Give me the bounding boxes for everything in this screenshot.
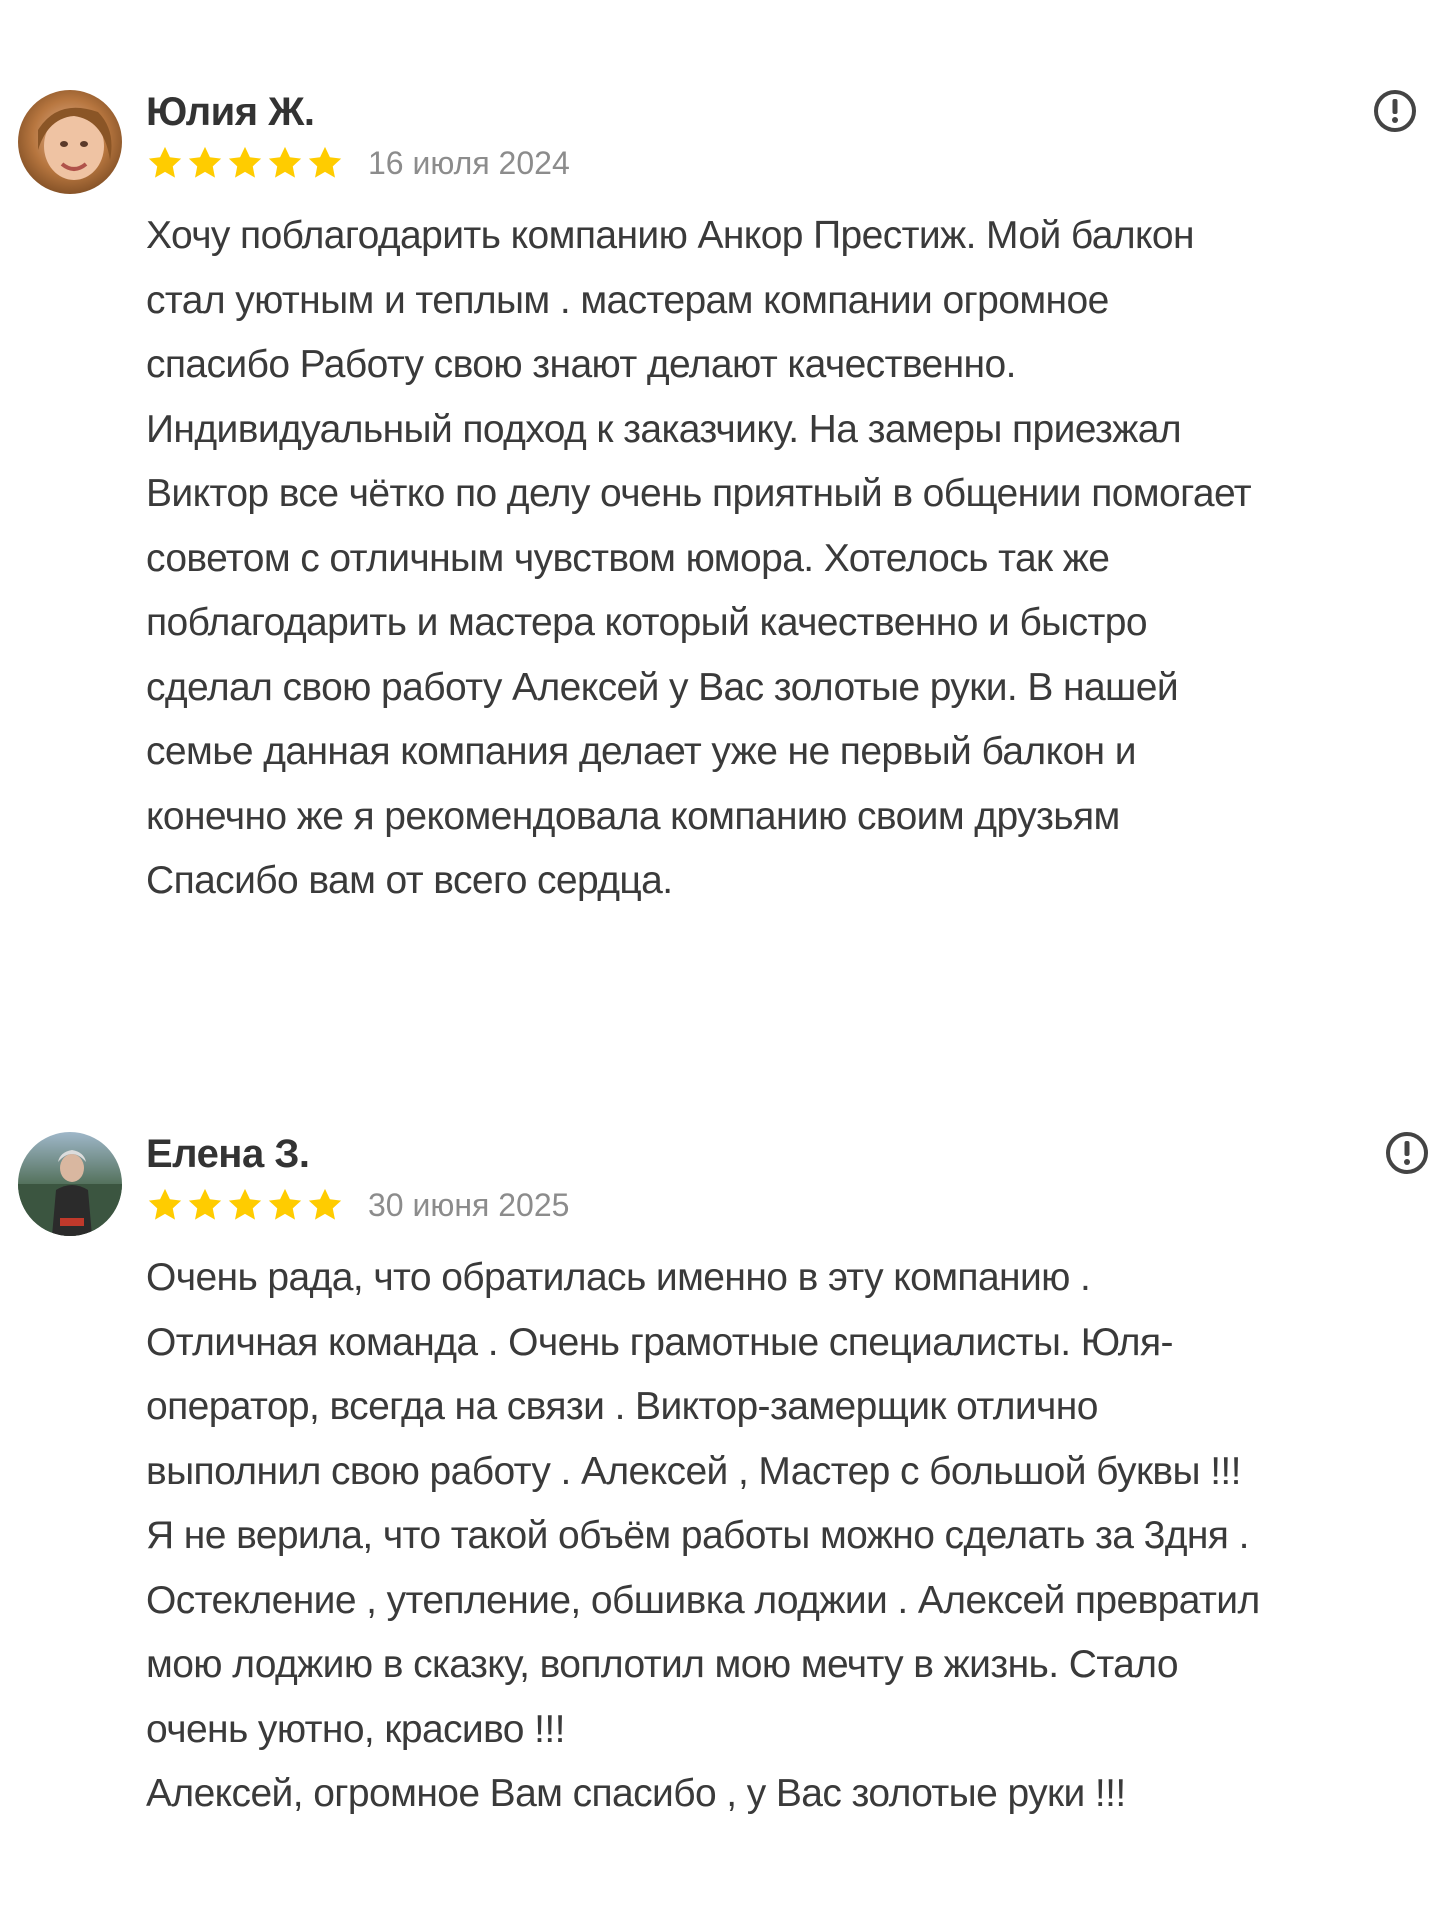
review-rating-row: 30 июня 2025: [146, 1184, 569, 1226]
user-avatar[interactable]: [18, 90, 122, 194]
review-text-line: поблагодарить и мастера который качестве…: [146, 601, 1148, 644]
review-text-line: Хочу поблагодарить компанию Анкор Прести…: [146, 214, 1195, 257]
user-avatar[interactable]: [18, 1132, 122, 1236]
review-text: Очень рада, что обратилась именно в эту …: [146, 1246, 1426, 1827]
review-text: Хочу поблагодарить компанию Анкор Прести…: [146, 204, 1426, 914]
star-icon: [228, 146, 262, 178]
review-rating-row: 16 июля 2024: [146, 142, 570, 184]
star-icon: [268, 1188, 302, 1220]
review-text-line: Алексей, огромное Вам спасибо , у Вас зо…: [146, 1772, 1126, 1815]
star-rating: [146, 1186, 346, 1224]
star-icon: [188, 146, 222, 178]
exclamation-circle-icon: [1386, 1132, 1428, 1174]
review-author-name[interactable]: Юлия Ж.: [146, 86, 315, 138]
review-text-line: Отличная команда . Очень грамотные специ…: [146, 1320, 1173, 1364]
star-rating: [146, 144, 346, 182]
star-icon: [148, 1188, 182, 1220]
review-text-line: сделал свою работу Алексей у Вас золотые…: [146, 665, 1179, 709]
review-text-line: очень уютно, красиво !!!: [146, 1707, 565, 1751]
review-text-line: конечно же я рекомендовала компанию свои…: [146, 794, 1120, 838]
star-icon: [308, 1188, 342, 1220]
review-text-line: Спасибо вам от всего сердца.: [146, 859, 673, 902]
review-author-name[interactable]: Елена З.: [146, 1128, 310, 1180]
user-avatar-image: [18, 90, 122, 194]
star-icon: [188, 1188, 222, 1220]
review-text-line: Индивидуальный подход к заказчику. На за…: [146, 407, 1182, 451]
review-text-line: Виктор все чётко по делу очень приятный …: [146, 472, 1252, 515]
review-text-line: семье данная компания делает уже не перв…: [146, 730, 1137, 773]
review-text-line: Я не верила, что такой объём работы можн…: [146, 1514, 1249, 1557]
review-text-line: спасибо Работу свою знают делают качеств…: [146, 343, 1016, 386]
review-text-line: советом с отличным чувством юмора. Хотел…: [146, 536, 1110, 580]
star-icon: [148, 146, 182, 178]
review-text-line: Очень рада, что обратилась именно в эту …: [146, 1256, 1091, 1299]
user-avatar-image: [18, 1132, 122, 1236]
report-button[interactable]: [1372, 88, 1418, 134]
review-text-line: оператор, всегда на связи . Виктор-замер…: [146, 1385, 1098, 1428]
review-text-line: мою лоджию в сказку, воплотил мою мечту …: [146, 1643, 1179, 1686]
star-icon: [228, 1188, 262, 1220]
review-text-line: выполнил свою работу . Алексей , Мастер …: [146, 1449, 1242, 1493]
star-icon: [268, 146, 302, 178]
review-date: 16 июля 2024: [368, 145, 570, 181]
review-date: 30 июня 2025: [368, 1187, 570, 1223]
star-icon: [308, 146, 342, 178]
review-text-line: стал уютным и теплым . мастерам компании…: [146, 278, 1109, 322]
review-text-line: Остекление , утепление, обшивка лоджии .…: [146, 1578, 1260, 1622]
report-button[interactable]: [1384, 1130, 1430, 1176]
exclamation-circle-icon: [1374, 90, 1416, 132]
